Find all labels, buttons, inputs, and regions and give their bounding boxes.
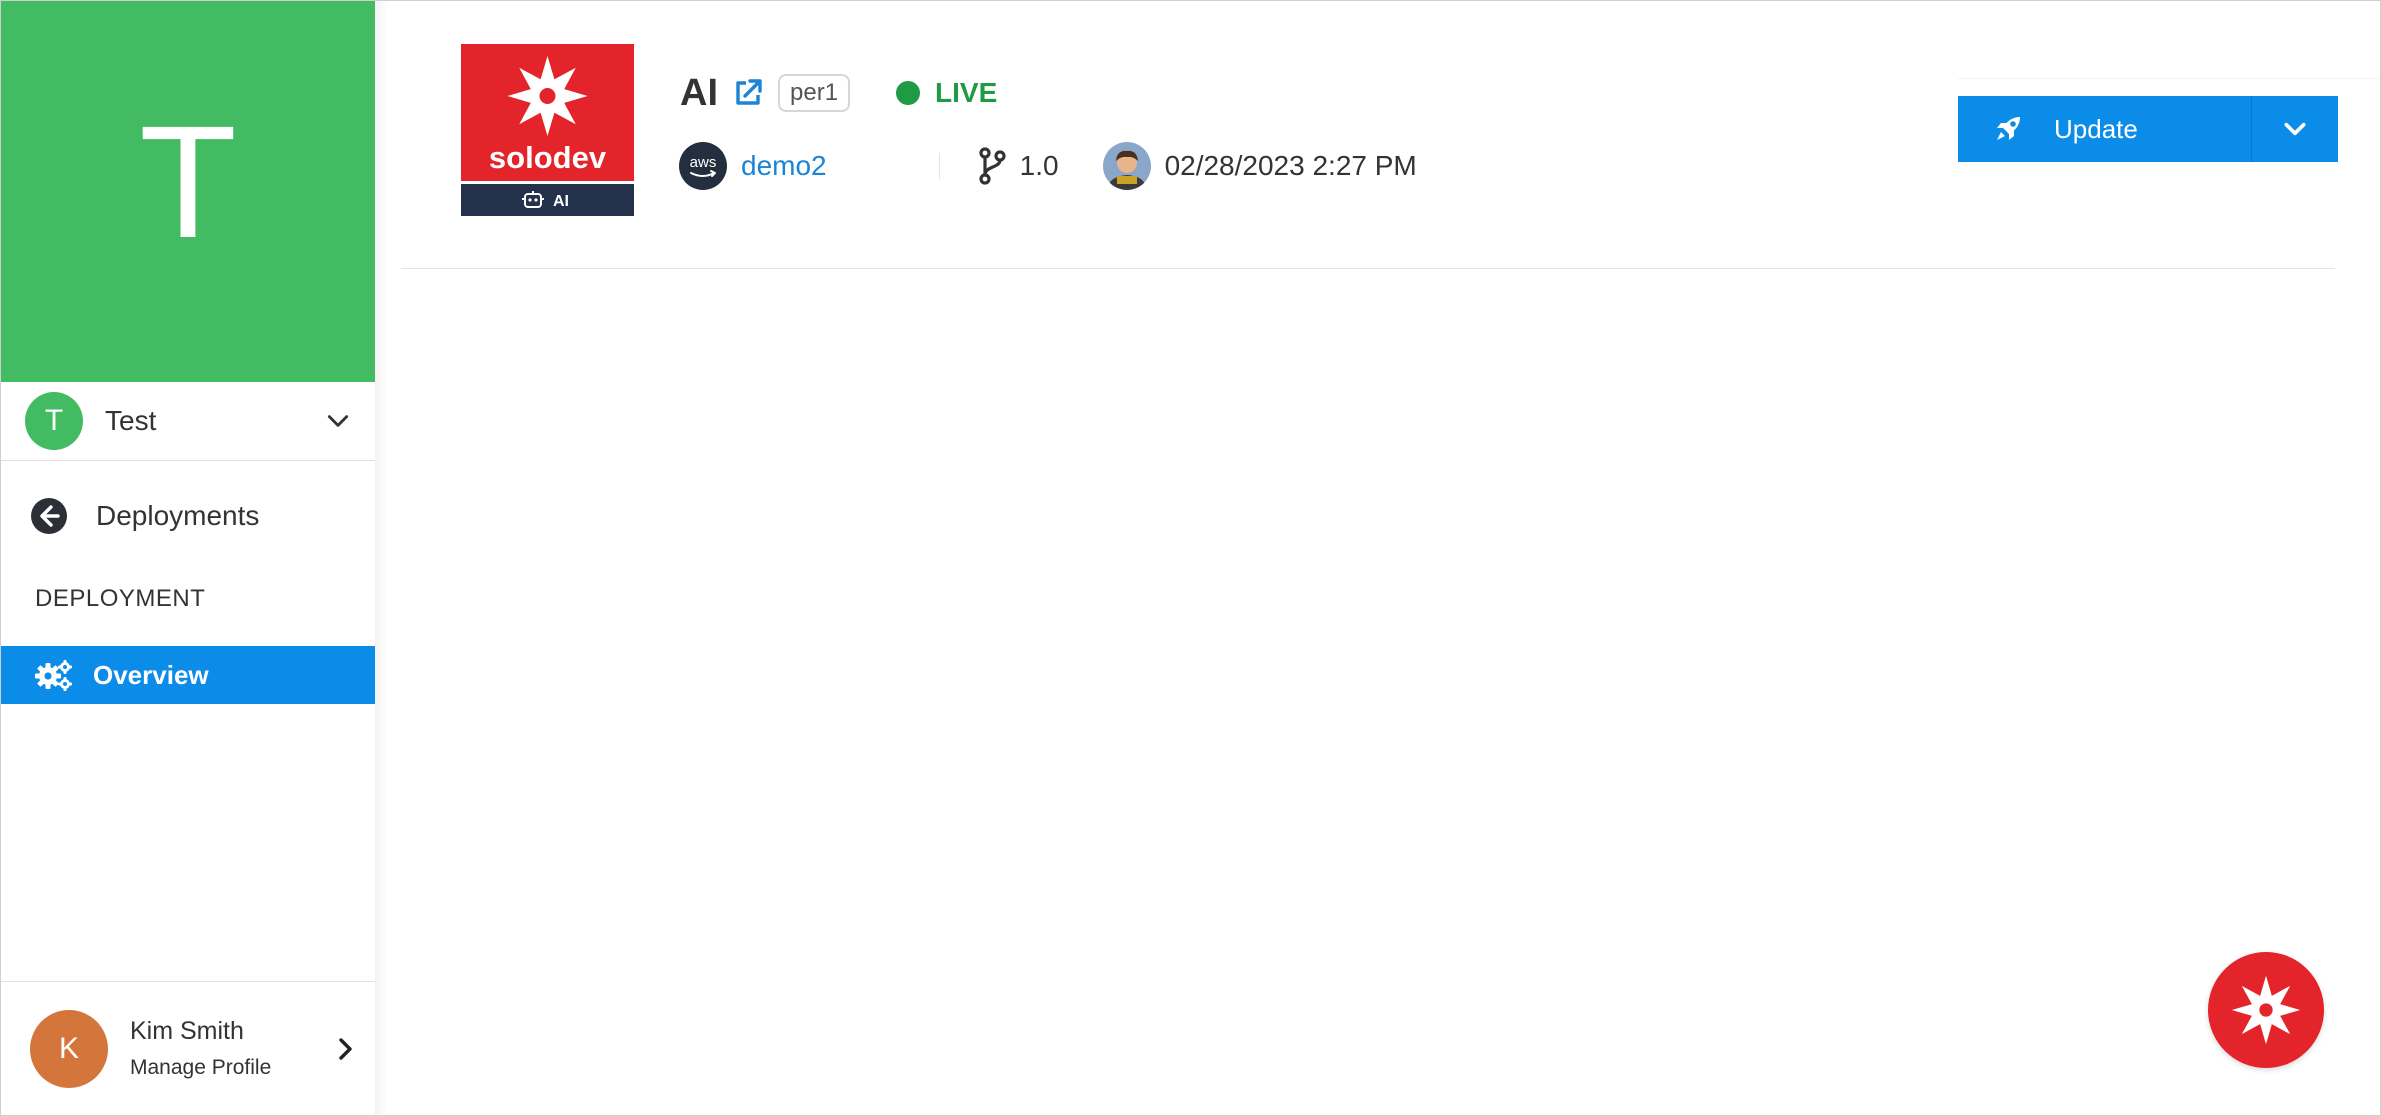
back-link-label: Deployments (96, 500, 260, 531)
sidebar-item-overview[interactable]: Overview (1, 646, 375, 704)
deployment-title-row: AI per1 LIVE (680, 68, 997, 118)
gears-icon (35, 660, 72, 691)
workspace-avatar: T (25, 392, 83, 450)
version-number: 1.0 (1019, 150, 1059, 181)
updated-timestamp: 02/28/2023 2:27 PM (1164, 150, 1417, 181)
workspace-banner: T (1, 1, 375, 382)
header-faint-line (1958, 78, 2380, 79)
assistant-button[interactable] (2208, 952, 2324, 1068)
update-button[interactable]: Update (1958, 96, 2251, 162)
sidebar-shadow (375, 1, 387, 1114)
workspace-initial: T (139, 91, 237, 271)
profile-menu[interactable]: K Kim Smith Manage Profile (1, 981, 375, 1115)
external-link-icon[interactable] (732, 77, 764, 109)
avatar: K (30, 1009, 108, 1088)
chevron-down-icon (2284, 122, 2306, 136)
update-split-button: Update (1958, 96, 2338, 162)
sidebar: T T Test Deployments DEPLOYMENT Overview… (1, 1, 375, 1114)
version-tag: per1 (778, 74, 851, 112)
workspace-switcher[interactable]: T Test (1, 382, 375, 461)
sidebar-item-label: Overview (93, 659, 209, 690)
status-badge: LIVE (935, 77, 998, 108)
status-dot (896, 81, 921, 105)
user-avatar (1102, 142, 1151, 190)
workspace-avatar-letter: T (44, 404, 64, 437)
avatar-letter: K (58, 1031, 79, 1065)
code-branch-icon (979, 147, 1006, 185)
profile-name: Kim Smith (130, 1017, 244, 1045)
update-label: Update (2054, 113, 2138, 144)
manage-profile-label: Manage Profile (130, 1056, 272, 1079)
logo-badge-text: AI (553, 193, 569, 210)
update-options-dropdown[interactable] (2252, 96, 2338, 162)
workspace-name: Test (105, 405, 157, 436)
aws-icon: aws (679, 142, 727, 190)
header-divider (401, 268, 2335, 269)
profile-text: Kim Smith Manage Profile (130, 1017, 335, 1080)
chevron-right-icon (339, 1037, 352, 1060)
deployment-meta-row: aws demo2 1.0 02/28/2023 2:27 PM (679, 141, 1417, 191)
arrow-circle-left-icon (31, 498, 67, 534)
logo-brand-text: solodev (489, 140, 607, 175)
back-to-deployments-link[interactable]: Deployments (1, 488, 375, 544)
rocket-icon (1997, 117, 2020, 140)
chevron-down-icon[interactable] (325, 408, 351, 434)
solodev-star-icon (2231, 975, 2301, 1045)
page-title: AI (680, 71, 718, 114)
divider (938, 153, 940, 179)
provider-label: aws (690, 154, 717, 171)
environment-link[interactable]: demo2 (741, 150, 827, 182)
app-logo: solodev AI (461, 44, 634, 216)
nav-section-label: DEPLOYMENT (35, 585, 206, 612)
